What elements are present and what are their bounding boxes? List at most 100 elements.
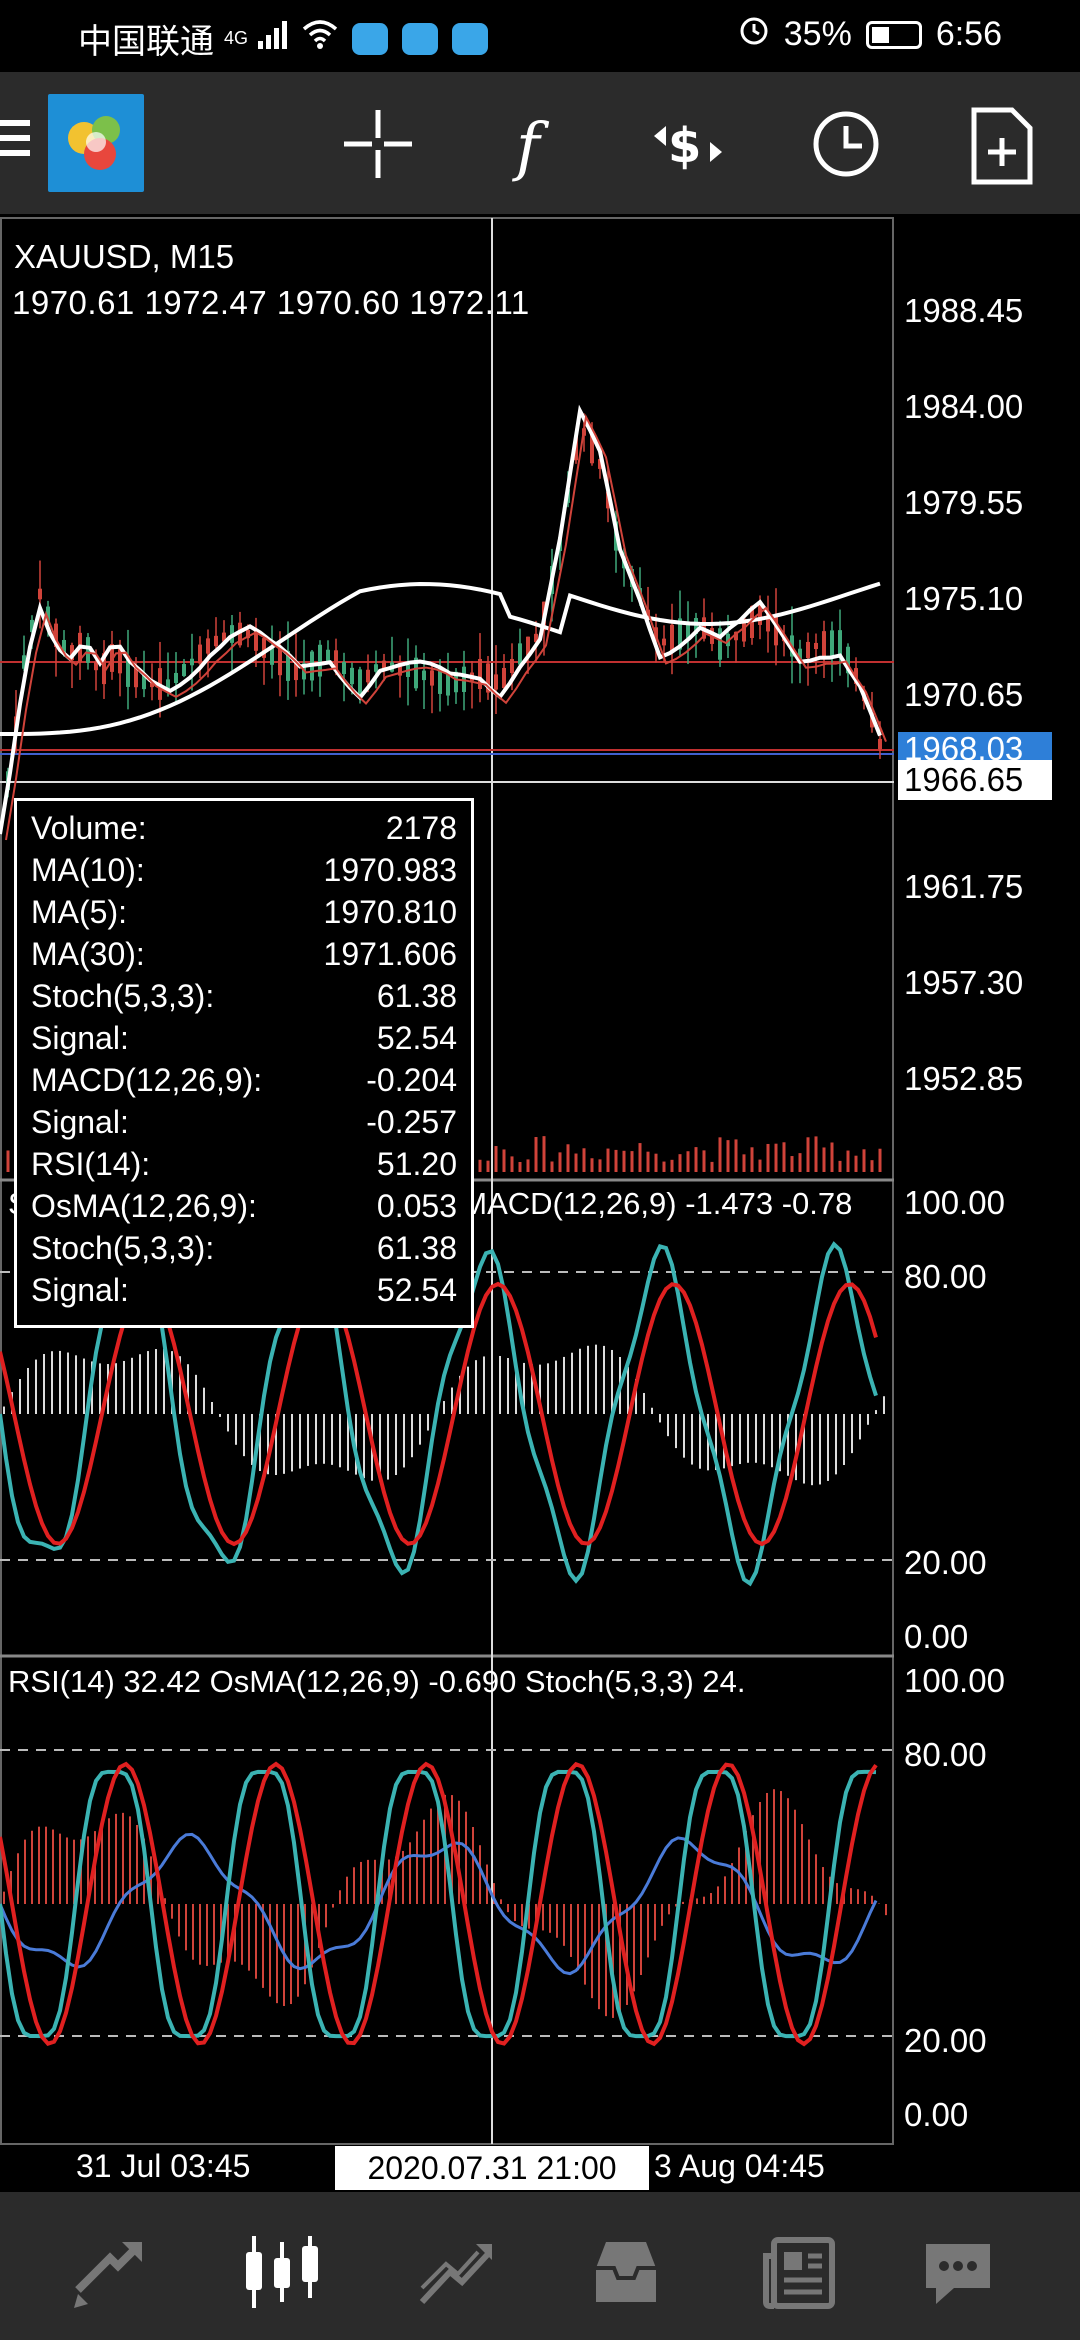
new-order-icon[interactable] <box>964 106 1040 185</box>
candle-body <box>318 644 322 677</box>
data-value: 1970.983 <box>323 852 457 888</box>
candle-body <box>822 631 826 657</box>
data-label: Signal: <box>31 1020 129 1056</box>
indicator-axis-label: 0.00 <box>904 2096 969 2133</box>
data-value: 1971.606 <box>323 936 457 972</box>
history-icon[interactable] <box>586 2232 666 2312</box>
news-icon[interactable] <box>760 2232 840 2312</box>
messages-icon[interactable] <box>918 2232 998 2312</box>
data-value: 52.54 <box>376 1272 457 1308</box>
bottom-navigation <box>0 2192 1080 2340</box>
svg-text:f: f <box>512 110 550 182</box>
volume-bar <box>726 1140 730 1172</box>
data-label: MACD(12,26,9): <box>31 1062 263 1098</box>
indicator-axis-label: 0.00 <box>904 1618 969 1655</box>
candle-body <box>342 661 346 675</box>
chart-icon[interactable] <box>240 2232 320 2312</box>
data-row: Stoch(5,3,3): 61.38 <box>31 975 457 1017</box>
battery-icon <box>865 20 922 49</box>
volume-bar <box>798 1153 802 1172</box>
volume-bar <box>502 1149 506 1172</box>
candle-body <box>510 658 514 674</box>
time-cursor-label: 2020.07.31 21:00 <box>335 2146 649 2190</box>
app-notification-icon <box>352 22 389 55</box>
volume-bar <box>814 1136 818 1172</box>
data-row: MACD(12,26,9): -0.204 <box>31 1059 457 1101</box>
volume-bar <box>766 1143 770 1172</box>
price-axis-label: 1952.85 <box>904 1060 1024 1097</box>
data-label: RSI(14): <box>31 1146 151 1182</box>
data-label: Signal: <box>31 1272 129 1308</box>
price-axis-label: 1957.30 <box>904 964 1024 1001</box>
data-label: Volume: <box>31 810 147 846</box>
carrier-label: 中国联通 <box>78 23 214 61</box>
svg-text:$: $ <box>668 118 701 174</box>
volume-bar <box>542 1136 546 1172</box>
volume-bar <box>790 1156 794 1172</box>
volume-bar <box>718 1137 722 1172</box>
ohlc-values: 1970.61 1972.47 1970.60 1972.11 <box>12 284 530 321</box>
volume-bar <box>622 1150 626 1172</box>
app-notification-icon <box>402 22 439 55</box>
data-row: Signal: -0.257 <box>31 1101 457 1143</box>
volume-bar <box>662 1161 666 1172</box>
data-value: 61.38 <box>376 978 457 1014</box>
volume-bar <box>526 1159 530 1172</box>
volume-bar <box>782 1142 786 1172</box>
quotes-icon[interactable] <box>70 2232 150 2312</box>
volume-bar <box>646 1151 650 1172</box>
price-axis-label: 1988.45 <box>904 292 1024 329</box>
indicators-icon[interactable]: f <box>496 106 572 184</box>
trade-icon[interactable]: $ <box>648 106 724 182</box>
volume-bar <box>654 1153 658 1172</box>
candle-body <box>206 638 210 654</box>
volume-bar <box>678 1154 682 1172</box>
data-row: Signal: 52.54 <box>31 1017 457 1059</box>
volume-bar <box>630 1151 634 1172</box>
app-notification-icon <box>452 22 489 55</box>
data-row: Stoch(5,3,3): 61.38 <box>31 1227 457 1269</box>
candle-body <box>422 670 426 681</box>
history-clock-icon[interactable] <box>808 106 884 182</box>
data-value: 1970.810 <box>323 894 457 930</box>
candle-body <box>374 664 378 672</box>
volume-bar <box>710 1161 714 1172</box>
status-bar: 中国联通 4G 35% 6:56 <box>0 0 1080 72</box>
candle-body <box>494 674 498 690</box>
volume-bar <box>566 1144 570 1172</box>
volume-bar <box>478 1159 482 1172</box>
indicator-axis-label: 80.00 <box>904 1258 987 1295</box>
candle-body <box>878 738 882 750</box>
data-value: 51.20 <box>376 1146 457 1182</box>
candle-body <box>174 672 178 684</box>
crosshair-icon[interactable] <box>340 106 416 182</box>
candle-body <box>38 588 42 600</box>
volume-bar <box>686 1151 690 1172</box>
volume-bar <box>750 1147 754 1172</box>
data-label: MA(30): <box>31 936 145 972</box>
volume-bar <box>854 1155 858 1172</box>
data-value: 61.38 <box>376 1230 457 1266</box>
volume-bar <box>838 1160 842 1172</box>
volume-bar <box>806 1137 810 1172</box>
data-label: MA(5): <box>31 894 127 930</box>
price-axis-label: 1961.75 <box>904 868 1024 905</box>
data-value: -0.257 <box>366 1104 457 1140</box>
volume-bar <box>550 1161 554 1172</box>
indicator-window-2-header: RSI(14) 32.42 OsMA(12,26,9) -0.690 Stoch… <box>8 1664 746 1699</box>
volume-bar <box>742 1154 746 1172</box>
candle-body <box>518 643 522 665</box>
signal-icon <box>258 19 292 58</box>
volume-bar <box>518 1161 522 1172</box>
mt5-logo[interactable] <box>48 94 144 192</box>
volume-bar <box>862 1149 866 1172</box>
volume-bar <box>822 1147 826 1172</box>
time-axis-label: 31 Jul 03:45 <box>76 2148 251 2184</box>
candle-body <box>326 649 330 661</box>
stoch-main-line <box>0 1769 877 2039</box>
alarm-icon <box>738 14 770 55</box>
trade-icon[interactable] <box>416 2232 496 2312</box>
network-type: 4G <box>224 28 249 48</box>
candle-body <box>366 669 370 683</box>
menu-icon[interactable] <box>0 120 30 164</box>
